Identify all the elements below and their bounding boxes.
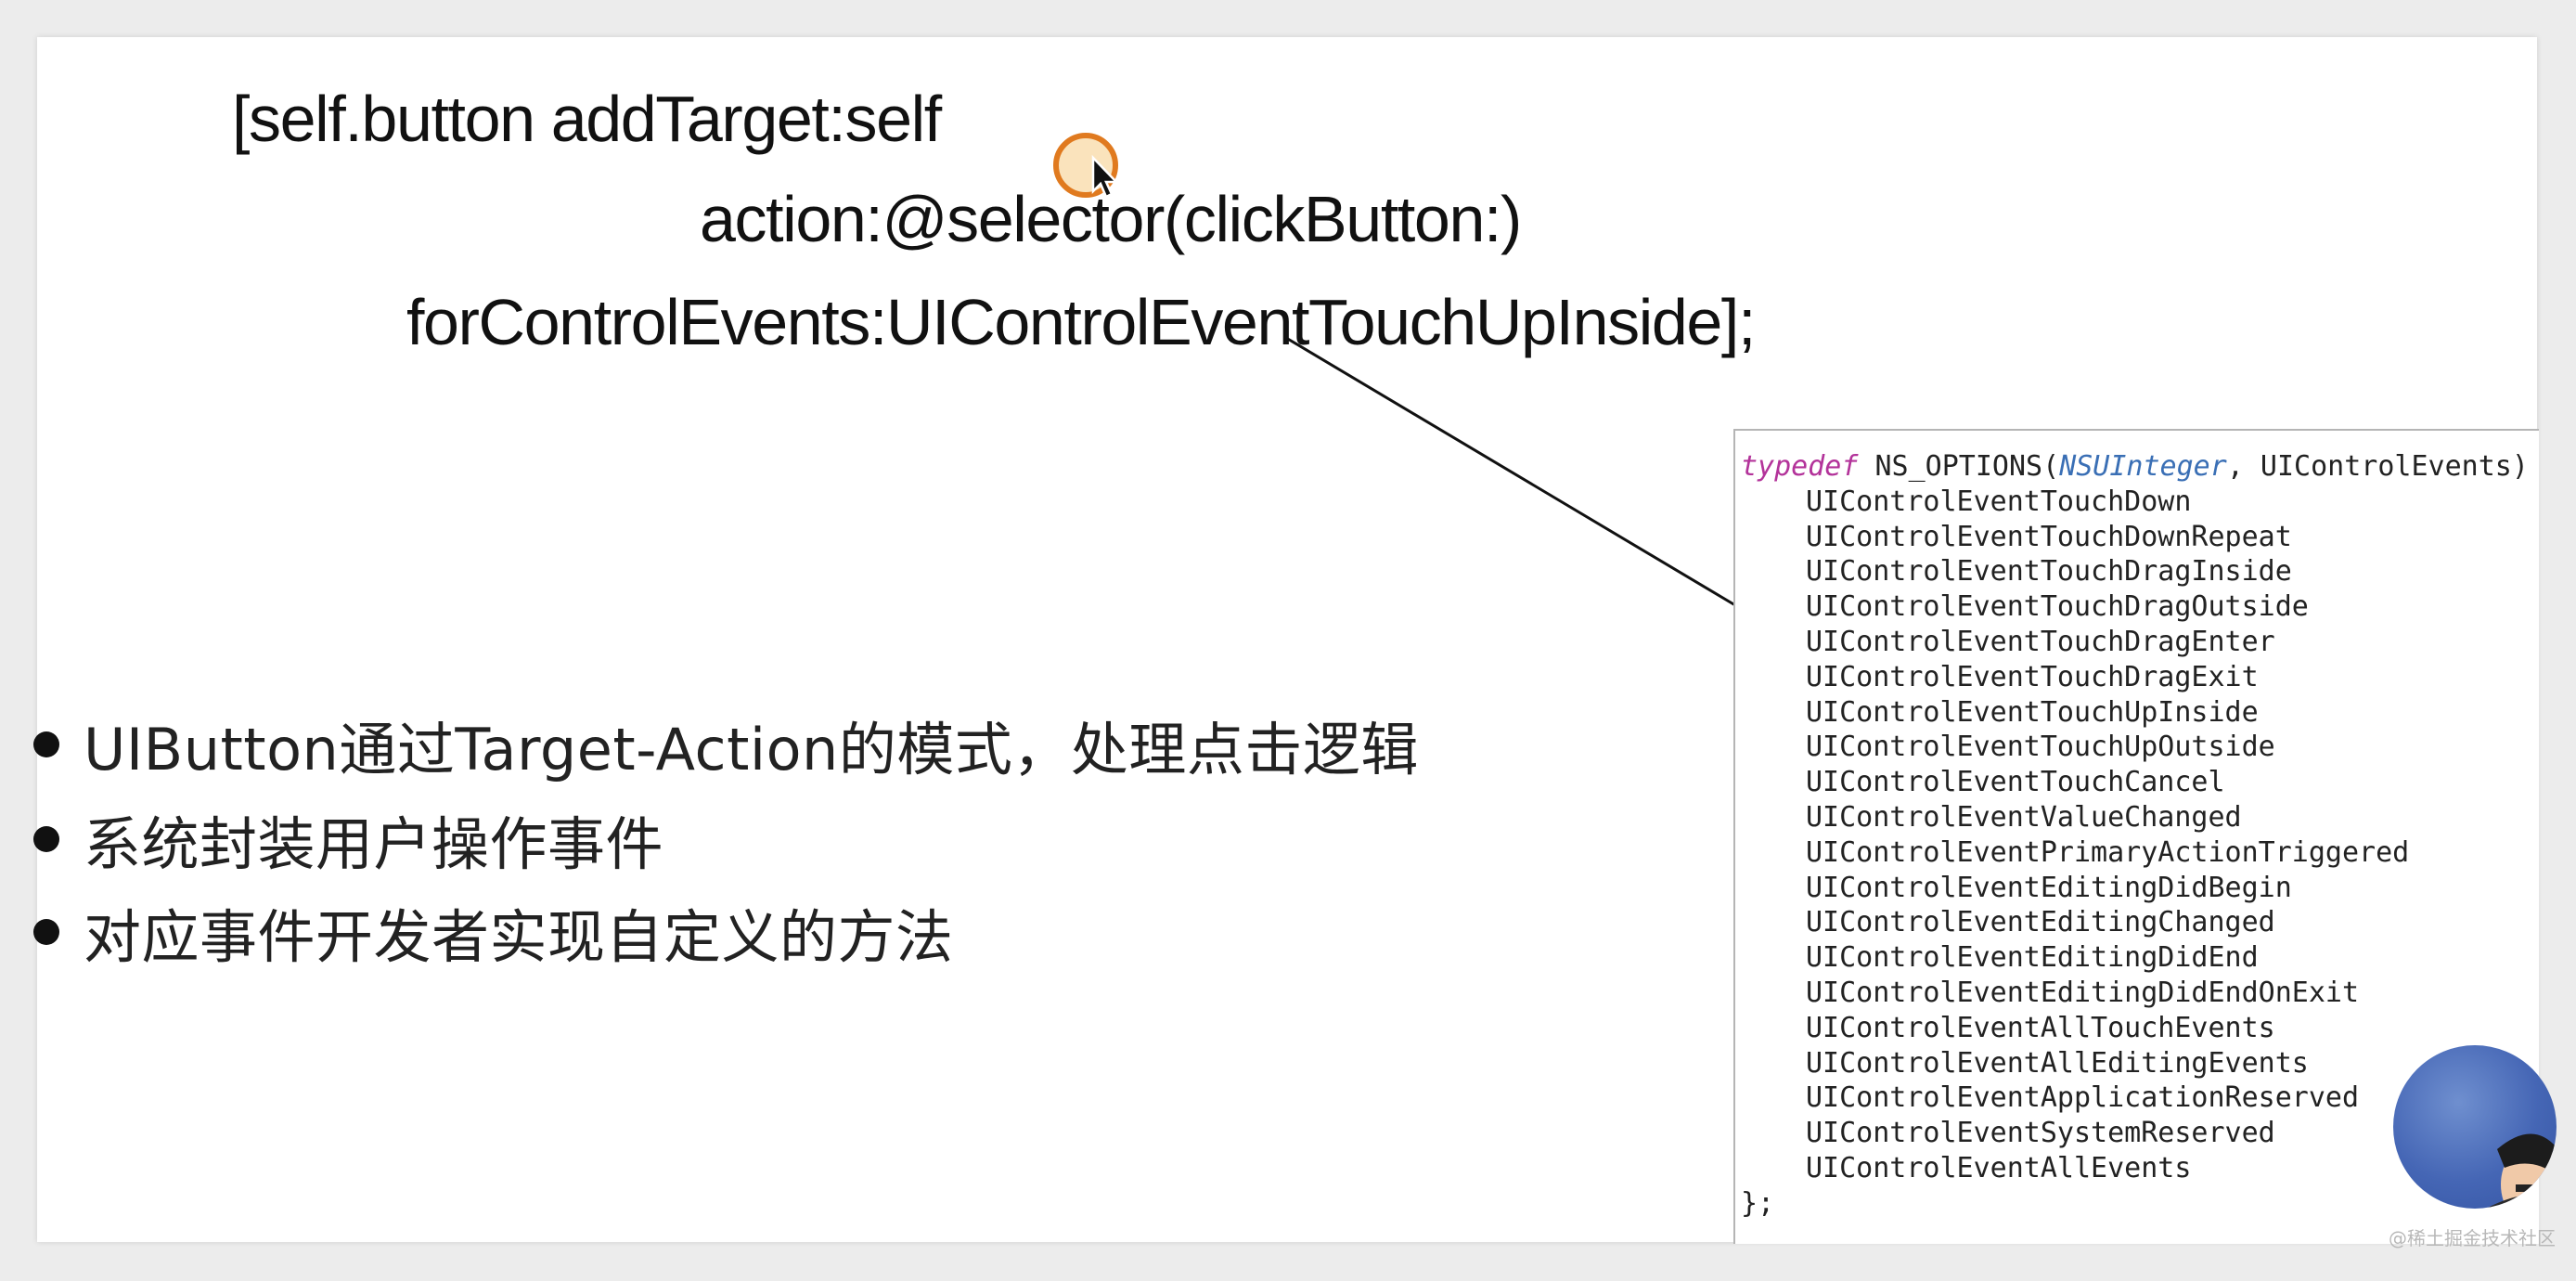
code-closing: }; (1741, 1186, 1775, 1220)
code-keyword: typedef (1741, 450, 1859, 483)
enum-item: UIControlEventTouchDragInside (1806, 555, 2292, 589)
slide: [self.button addTarget:self action:@sele… (33, 37, 2557, 1244)
bullet-item: UIButton通过Target-Action的模式，处理点击逻辑 (33, 707, 1419, 783)
bullet-text: 对应事件开发者实现自定义的方法 (84, 903, 954, 971)
code-line-add-target: [self.button addTarget:self (232, 83, 942, 155)
enum-item: UIControlEventEditingDidBegin (1806, 871, 2292, 904)
enum-item: UIControlEventPrimaryActionTriggered (1806, 835, 2410, 869)
enum-item: UIControlEventTouchDownRepeat (1806, 520, 2292, 553)
bullet-dot-icon (33, 731, 59, 757)
bullet-item: 系统封装用户操作事件 (33, 802, 663, 878)
enum-item: UIControlEventEditingChanged (1806, 906, 2275, 939)
watermark: @稀土掘金技术社区 (2389, 1227, 2556, 1249)
enum-item: UIControlEventTouchDragEnter (1806, 625, 2275, 658)
enum-item: UIControlEventEditingDidEnd (1806, 941, 2259, 975)
enum-item: UIControlEventTouchCancel (1806, 766, 2225, 799)
code-macro: NS_OPTIONS( (1874, 450, 2060, 483)
bullet-dot-icon (33, 919, 59, 945)
enum-item: UIControlEventTouchUpOutside (1806, 731, 2275, 764)
enum-item: UIControlEventTouchDragExit (1806, 660, 2259, 693)
enum-item: UIControlEventAllTouchEvents (1806, 1011, 2275, 1044)
presenter-webcam (2393, 1045, 2557, 1209)
enum-item: UIControlEventEditingDidEndOnExit (1806, 976, 2360, 1009)
enum-item: UIControlEventValueChanged (1806, 800, 2242, 834)
bullet-dot-icon (33, 826, 59, 852)
mouse-pointer-icon (1053, 133, 1119, 199)
enum-item: UIControlEventTouchDragOutside (1806, 590, 2309, 624)
code-type: NSUInteger (2059, 450, 2227, 483)
code-line-control-events: forControlEvents:UIControlEventTouchUpIn… (406, 286, 1756, 358)
bullet-item: 对应事件开发者实现自定义的方法 (33, 895, 954, 971)
enum-item: UIControlEventTouchUpInside (1806, 695, 2259, 729)
enum-item: UIControlEventTouchDown (1806, 485, 2192, 518)
bullet-text: 系统封装用户操作事件 (84, 810, 664, 878)
bullet-text: UIButton通过Target-Action的模式，处理点击逻辑 (84, 716, 1419, 783)
presenter-silhouette-icon (2486, 1133, 2557, 1209)
code-declaration-tail: , UIControlEvents) { (2226, 450, 2539, 483)
